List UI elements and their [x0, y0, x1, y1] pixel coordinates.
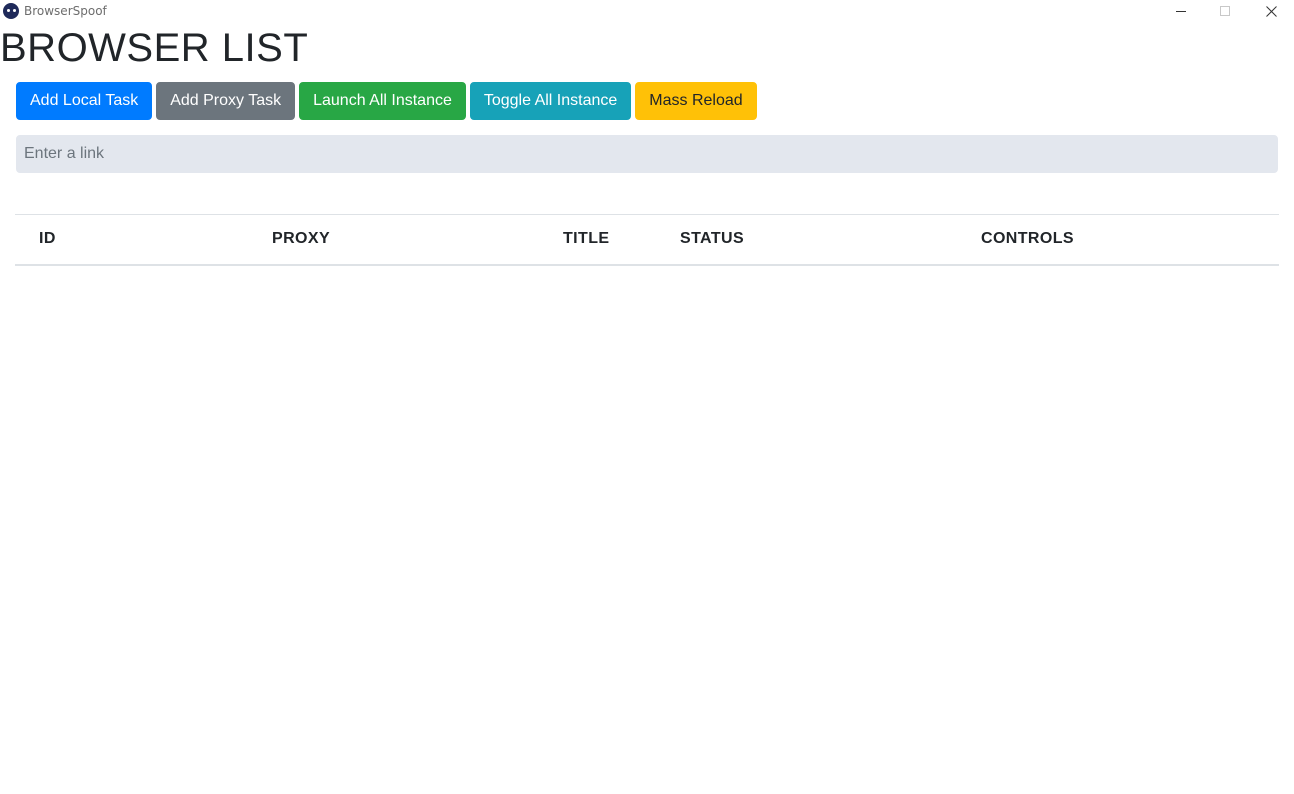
table-header-row: ID PROXY TITLE STATUS CONTROLS [15, 214, 1279, 266]
mass-reload-button[interactable]: Mass Reload [635, 82, 757, 120]
window-title: BrowserSpoof [24, 4, 107, 18]
close-icon [1265, 5, 1277, 17]
page-title: BROWSER LIST [0, 26, 309, 70]
maximize-button[interactable] [1202, 0, 1248, 22]
maximize-icon [1220, 6, 1230, 16]
column-header-proxy: PROXY [272, 214, 563, 266]
browser-list-table: ID PROXY TITLE STATUS CONTROLS [15, 214, 1279, 266]
add-proxy-task-button[interactable]: Add Proxy Task [156, 82, 296, 120]
add-local-task-button[interactable]: Add Local Task [16, 82, 153, 120]
toggle-all-instance-button[interactable]: Toggle All Instance [469, 82, 632, 120]
link-input[interactable] [16, 135, 1278, 173]
column-header-controls: CONTROLS [981, 214, 1279, 266]
window-titlebar: BrowserSpoof [0, 0, 1294, 22]
toolbar: Add Local Task Add Proxy Task Launch All… [16, 82, 757, 120]
close-button[interactable] [1248, 0, 1294, 22]
column-header-id: ID [39, 214, 272, 266]
column-header-title: TITLE [563, 214, 680, 266]
browserspoof-logo-icon [3, 3, 19, 19]
minimize-button[interactable] [1158, 0, 1204, 22]
minimize-icon [1176, 11, 1186, 12]
column-header-status: STATUS [680, 214, 981, 266]
table-spacer [15, 214, 39, 266]
launch-all-instance-button[interactable]: Launch All Instance [299, 82, 466, 120]
